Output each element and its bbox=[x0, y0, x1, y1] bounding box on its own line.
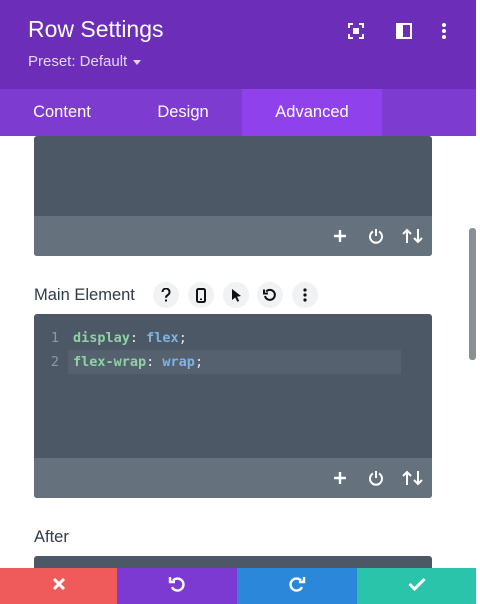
discard-button[interactable] bbox=[0, 568, 117, 604]
modal-title: Row Settings bbox=[28, 16, 164, 42]
sort-arrows-icon[interactable] bbox=[401, 226, 425, 246]
power-icon[interactable] bbox=[366, 468, 386, 488]
split-view-icon[interactable] bbox=[393, 20, 415, 42]
modal-footer bbox=[0, 568, 476, 604]
css-property: display bbox=[73, 330, 130, 346]
window-edge bbox=[476, 0, 480, 604]
code-line[interactable]: 1 display: flex; bbox=[34, 326, 432, 350]
settings-tabs: Content Design Advanced bbox=[0, 89, 476, 136]
settings-panel[interactable]: Main Element 1 display: flex; 2 flex-wra bbox=[0, 136, 476, 568]
editor-toolbar bbox=[34, 458, 432, 498]
save-button[interactable] bbox=[357, 568, 476, 604]
add-icon[interactable] bbox=[330, 226, 350, 246]
sort-arrows-icon[interactable] bbox=[401, 468, 425, 488]
preset-label: Preset: Default bbox=[28, 53, 128, 70]
css-value: flex bbox=[146, 330, 179, 346]
main-element-css-editor[interactable]: 1 display: flex; 2 flex-wrap: wrap; bbox=[34, 314, 432, 498]
power-icon[interactable] bbox=[366, 226, 386, 246]
before-css-editor[interactable] bbox=[34, 136, 432, 256]
cursor-icon[interactable] bbox=[223, 282, 249, 308]
tab-design[interactable]: Design bbox=[124, 89, 242, 136]
code-line-active[interactable]: 2 flex-wrap: wrap; bbox=[34, 350, 432, 374]
after-label: After bbox=[34, 528, 69, 546]
line-number: 2 bbox=[50, 354, 59, 370]
main-element-label: Main Element bbox=[34, 286, 135, 304]
css-value: wrap bbox=[162, 354, 195, 370]
code-lines[interactable]: 1 display: flex; 2 flex-wrap: wrap; bbox=[34, 326, 432, 374]
modal-header: Row Settings Preset: Default bbox=[0, 0, 476, 89]
mobile-icon[interactable] bbox=[188, 282, 214, 308]
tab-content[interactable]: Content bbox=[0, 89, 124, 136]
caret-down-icon bbox=[133, 59, 142, 65]
help-icon[interactable] bbox=[153, 282, 179, 308]
undo-icon bbox=[168, 576, 186, 597]
preset-dropdown[interactable]: Preset: Default bbox=[28, 53, 142, 70]
editor-toolbar bbox=[34, 216, 432, 256]
redo-icon bbox=[288, 576, 306, 597]
undo-button[interactable] bbox=[117, 568, 237, 604]
check-icon bbox=[407, 577, 426, 596]
more-options-icon[interactable] bbox=[433, 20, 455, 42]
close-icon bbox=[52, 577, 66, 596]
more-vertical-icon[interactable] bbox=[292, 282, 318, 308]
line-number: 1 bbox=[50, 330, 59, 346]
tab-advanced[interactable]: Advanced bbox=[242, 89, 382, 136]
css-property: flex-wrap bbox=[73, 354, 147, 370]
after-css-editor[interactable] bbox=[34, 556, 432, 568]
add-icon[interactable] bbox=[330, 468, 350, 488]
redo-button[interactable] bbox=[237, 568, 357, 604]
scrollbar-thumb[interactable] bbox=[469, 228, 476, 360]
fullscreen-icon[interactable] bbox=[345, 20, 367, 42]
reset-icon[interactable] bbox=[257, 282, 283, 308]
